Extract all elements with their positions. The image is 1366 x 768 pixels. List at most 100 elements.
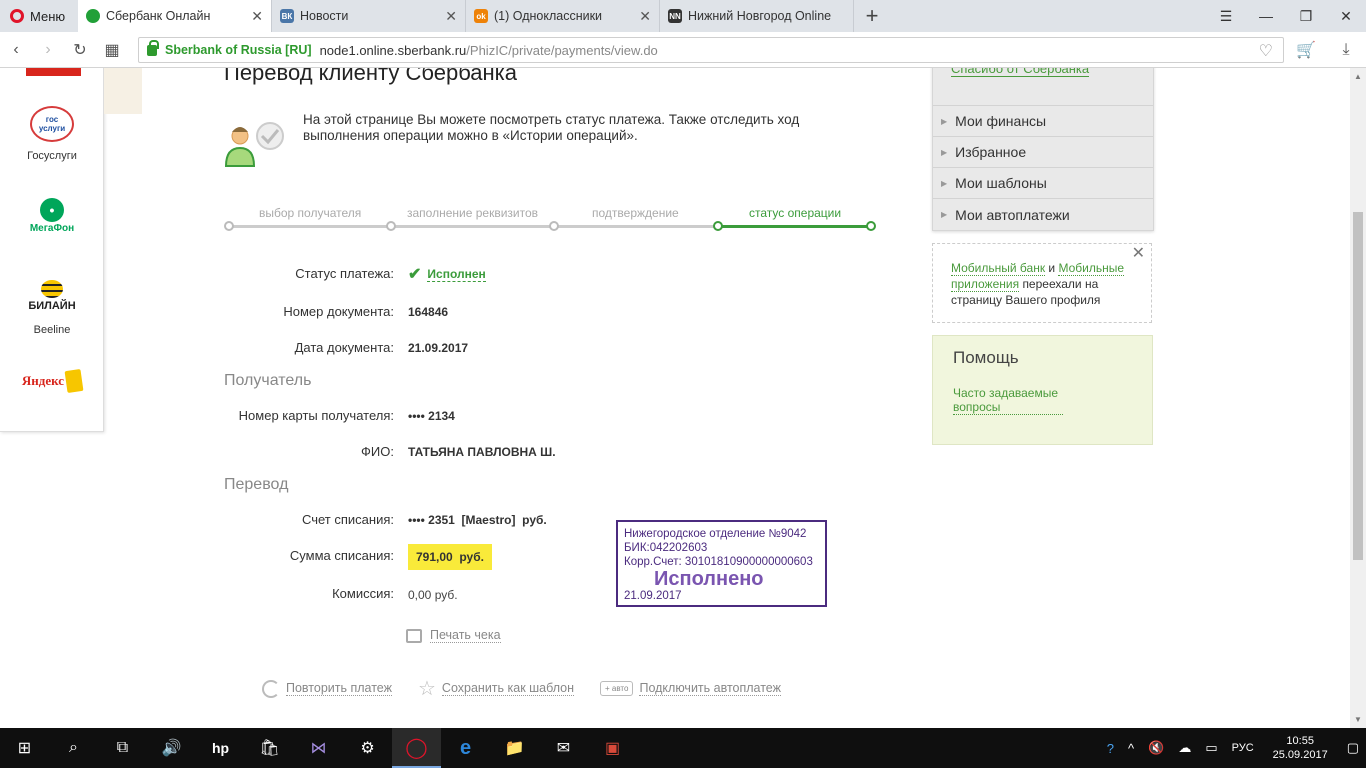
page-scrollbar[interactable]: ▲ ▼	[1350, 68, 1366, 728]
minimize-icon[interactable]: —	[1246, 0, 1286, 32]
step-dot	[224, 221, 234, 231]
partner-yandex[interactable]: Яндекс	[0, 368, 104, 394]
recipient-section-heading: Получатель	[224, 372, 312, 389]
speed-dial-icon[interactable]: ▦	[96, 40, 128, 60]
opera-menu-button[interactable]: Меню	[0, 0, 78, 32]
print-receipt-button[interactable]: Печать чека	[406, 628, 501, 643]
opera-taskbar-icon[interactable]: ◯	[392, 728, 441, 768]
restore-icon[interactable]: ❐	[1286, 0, 1326, 32]
tab-vk-news[interactable]: ВК Новости ✕	[272, 0, 466, 32]
tab-odnoklassniki[interactable]: ok (1) Одноклассники ✕	[466, 0, 660, 32]
close-window-icon[interactable]: ✕	[1326, 0, 1366, 32]
close-tab-icon[interactable]: ✕	[251, 8, 263, 25]
ok-favicon-icon: ok	[474, 9, 488, 23]
clock[interactable]: 10:55 25.09.2017	[1273, 734, 1328, 762]
tab-sberbank[interactable]: Сбербанк Онлайн ✕	[78, 0, 272, 32]
language-indicator[interactable]: РУС	[1232, 742, 1254, 754]
network-icon[interactable]: ▭	[1205, 740, 1217, 756]
bookmark-heart-icon[interactable]: ♡	[1259, 41, 1273, 61]
step-select-recipient: выбор получателя	[259, 206, 362, 220]
edge-icon[interactable]: e	[441, 728, 490, 768]
scroll-up-icon[interactable]: ▲	[1350, 72, 1366, 81]
printer-icon	[406, 628, 422, 643]
intro-text: На этой странице Вы можете посмотреть ст…	[303, 112, 800, 143]
save-template-button[interactable]: ☆ Сохранить как шаблон	[418, 676, 575, 701]
gosuslugi-logo-icon: гос услуги	[30, 106, 74, 142]
cart-icon[interactable]: 🛒	[1286, 40, 1326, 60]
back-icon[interactable]: ‹	[0, 41, 32, 59]
forward-icon[interactable]: ›	[32, 41, 64, 59]
mail-icon[interactable]: ✉	[539, 728, 588, 768]
org-name: Sberbank of Russia [RU]	[165, 43, 312, 57]
repeat-payment-button[interactable]: Повторить платеж	[262, 679, 392, 698]
tab-menu-icon[interactable]: ☰	[1206, 0, 1246, 32]
user-check-icon	[224, 122, 284, 167]
sidebar-item-finances[interactable]: ▶ Мои финансы	[933, 106, 1153, 137]
search-icon[interactable]: ⌕	[49, 728, 98, 768]
chevron-up-icon[interactable]: ^	[1128, 741, 1134, 756]
card-value: •••• 2134	[408, 409, 455, 423]
status-label: Статус платежа:	[295, 266, 394, 281]
doc-number-label: Номер документа:	[283, 304, 394, 319]
scroll-down-icon[interactable]: ▼	[1350, 715, 1366, 724]
tab-title: Новости	[300, 9, 349, 23]
new-tab-button[interactable]: +	[854, 0, 890, 32]
visual-studio-icon[interactable]: ⋈	[294, 728, 343, 768]
steps-track	[229, 225, 718, 228]
lock-icon	[147, 39, 159, 56]
fio-value: ТАТЬЯНА ПАВЛОВНА Ш.	[408, 445, 556, 459]
decorative-banner	[104, 68, 142, 114]
yandex-money-logo-icon: Яндекс	[0, 368, 104, 394]
task-view-icon[interactable]: ⧉	[98, 728, 147, 768]
notifications-icon[interactable]: ▢	[1347, 740, 1359, 756]
tab-title: Сбербанк Онлайн	[106, 9, 211, 23]
tab-title: Нижний Новгород Online	[688, 9, 832, 23]
autopay-button[interactable]: + авто Подключить автоплатеж	[600, 681, 781, 696]
sidebar-item-favorites[interactable]: ▶ Избранное	[933, 137, 1153, 168]
download-icon[interactable]: ⤓	[1326, 41, 1366, 59]
url-host: node1.online.sberbank.ru	[319, 42, 467, 58]
settings-gear-icon[interactable]: ⚙	[343, 728, 392, 768]
status-link[interactable]: Исполнен	[427, 267, 486, 282]
steps-track-done	[718, 225, 871, 228]
sidebar-thanks-link[interactable]: Спасибо от Сбербанка	[933, 68, 1153, 106]
store-icon[interactable]: 🛍	[245, 728, 294, 768]
url-path: /PhizIC/private/payments/view.do	[466, 42, 658, 58]
opera-icon	[10, 9, 24, 23]
start-windows-icon[interactable]: ⊞	[0, 728, 49, 768]
sidebar-item-templates[interactable]: ▶ Мои шаблоны	[933, 168, 1153, 199]
faq-link[interactable]: Часто задаваемые вопросы	[953, 386, 1063, 415]
page-content: гос услуги Госуслуги • МегаФон БИЛАЙН Bee…	[0, 68, 1350, 728]
hp-icon[interactable]: hp	[196, 728, 245, 768]
mobile-bank-link[interactable]: Мобильный банк	[951, 261, 1046, 276]
step-fill-details: заполнение реквизитов	[407, 206, 539, 220]
volume-muted-icon[interactable]: 🔇	[1148, 740, 1164, 756]
scrollbar-thumb[interactable]	[1353, 212, 1363, 560]
system-tray: ? ^ 🔇 ☁ ▭ РУС 10:55 25.09.2017 ▢	[1100, 728, 1366, 768]
close-tab-icon[interactable]: ✕	[639, 8, 651, 25]
sidebar-item-autopayments[interactable]: ▶ Мои автоплатежи	[933, 199, 1153, 230]
presentation-app-icon[interactable]: ▣	[588, 728, 637, 768]
partner-logo-red[interactable]	[26, 68, 81, 76]
partner-megafon[interactable]: • МегаФон	[0, 198, 104, 234]
partner-gosuslugi[interactable]: гос услуги Госуслуги	[0, 106, 104, 162]
amount-value: 791,00 руб.	[408, 544, 492, 570]
triangle-right-icon: ▶	[941, 178, 948, 188]
sidebar-item-label: Мои шаблоны	[955, 175, 1047, 191]
url-field[interactable]: Sberbank of Russia [RU] node1.online.sbe…	[138, 37, 1284, 63]
tab-nn-online[interactable]: NN Нижний Новгород Online	[660, 0, 854, 32]
help-box: Помощь Часто задаваемые вопросы	[932, 335, 1153, 445]
close-icon[interactable]: ✕	[1132, 246, 1145, 262]
windows-taskbar: ⊞ ⌕ ⧉ 🔊 hp 🛍 ⋈ ⚙ ◯ e 📁 ✉ ▣ ? ^ 🔇 ☁ ▭ РУС…	[0, 728, 1366, 768]
help-tray-icon[interactable]: ?	[1107, 741, 1114, 756]
audio-app-icon[interactable]: 🔊	[147, 728, 196, 768]
progress-steps: выбор получателя заполнение реквизитов п…	[224, 200, 876, 234]
stamp-branch: Нижегородское отделение №9042	[624, 528, 807, 540]
vk-favicon-icon: ВК	[280, 9, 294, 23]
close-tab-icon[interactable]: ✕	[445, 8, 457, 25]
doc-date-label: Дата документа:	[294, 340, 394, 355]
onedrive-cloud-icon[interactable]: ☁	[1178, 740, 1191, 756]
sidebar-menu: Спасибо от Сбербанка ▶ Мои финансы ▶ Избра…	[932, 68, 1154, 231]
reload-icon[interactable]: ↻	[64, 40, 96, 60]
file-explorer-icon[interactable]: 📁	[490, 728, 539, 768]
